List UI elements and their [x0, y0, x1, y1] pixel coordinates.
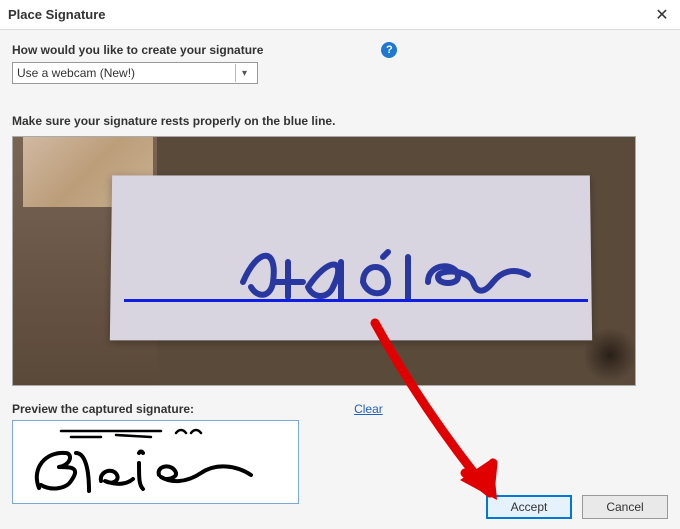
chevron-down-icon: ▾	[235, 64, 253, 82]
close-icon[interactable]: ✕	[652, 5, 672, 25]
captured-signature-stroke	[233, 227, 553, 307]
title-bar: Place Signature ✕	[0, 0, 680, 30]
preview-label: Preview the captured signature:	[12, 402, 194, 416]
webcam-preview	[12, 136, 636, 386]
baseline-guide	[124, 299, 588, 302]
dialog-content: How would you like to create your signat…	[0, 30, 680, 504]
signature-method-dropdown[interactable]: Use a webcam (New!) ▾	[12, 62, 258, 84]
dialog-buttons: Accept Cancel	[486, 495, 668, 519]
dialog-title: Place Signature	[8, 7, 652, 22]
signature-preview-box	[12, 420, 299, 504]
clear-link[interactable]: Clear	[354, 402, 383, 416]
signature-method-label: How would you like to create your signat…	[12, 43, 263, 57]
help-icon[interactable]: ?	[381, 42, 397, 58]
cancel-button[interactable]: Cancel	[582, 495, 668, 519]
accept-button[interactable]: Accept	[486, 495, 572, 519]
signature-method-row: How would you like to create your signat…	[12, 42, 668, 58]
dropdown-selected-value: Use a webcam (New!)	[17, 66, 235, 80]
instruction-text: Make sure your signature rests properly …	[12, 114, 668, 128]
preview-signature-stroke	[21, 423, 291, 503]
